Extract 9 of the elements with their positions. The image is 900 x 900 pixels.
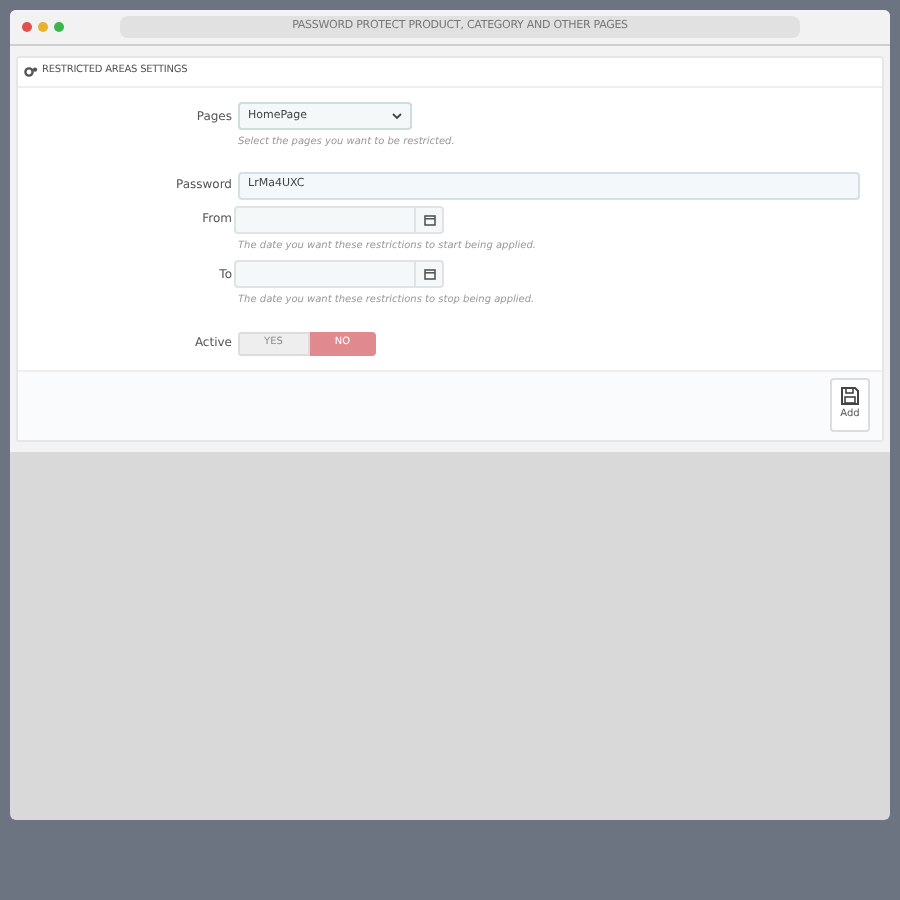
date-field[interactable] xyxy=(234,260,444,288)
chevron-down-icon xyxy=(392,112,402,120)
maximize-icon[interactable] xyxy=(54,22,64,32)
calendar-icon xyxy=(423,268,435,280)
save-icon xyxy=(840,386,860,407)
calendar-icon xyxy=(423,213,435,225)
close-icon[interactable] xyxy=(22,22,32,32)
date-field[interactable] xyxy=(234,205,444,233)
minimize-icon[interactable] xyxy=(38,22,48,32)
